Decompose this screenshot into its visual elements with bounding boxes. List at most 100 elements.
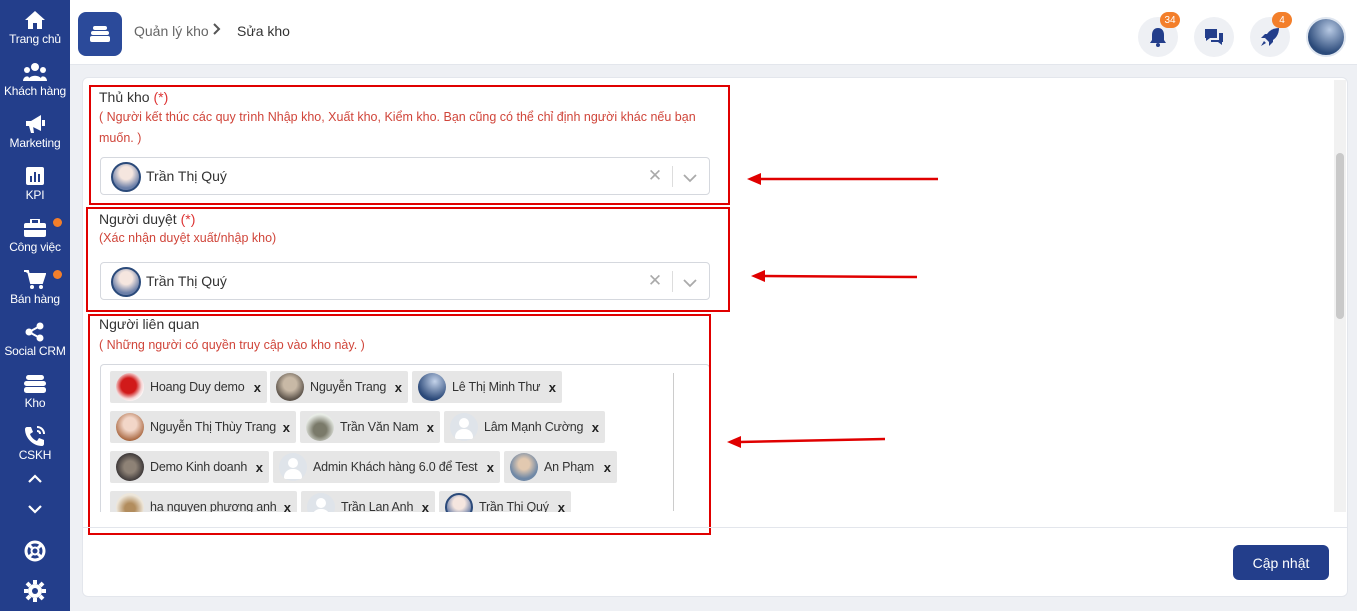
notification-dot: [53, 270, 62, 279]
remove-tag-icon[interactable]: x: [487, 460, 494, 475]
messages-button[interactable]: [1194, 17, 1234, 57]
tag-avatar: [116, 493, 144, 512]
module-home-button[interactable]: [78, 12, 122, 56]
chevron-down-icon: [28, 504, 42, 514]
scrollbar-thumb[interactable]: [1336, 153, 1344, 319]
chevron-down-icon[interactable]: [683, 275, 697, 293]
sidebar-item-label: Bán hàng: [10, 292, 60, 306]
cart-icon: [24, 270, 46, 290]
breadcrumb-parent[interactable]: Quản lý kho: [134, 23, 209, 39]
notification-dot: [53, 218, 62, 227]
remove-tag-icon[interactable]: x: [592, 420, 599, 435]
briefcase-icon: [24, 218, 46, 238]
nguoi-duyet-label-text: Người duyệt: [99, 211, 177, 227]
nguoi-lien-quan-hint: ( Những người có quyền truy cập vào kho …: [99, 338, 365, 352]
chat-icon: [1205, 29, 1223, 45]
select-divider: [672, 271, 673, 292]
user-tag: Hoang Duy demo x: [110, 371, 267, 403]
settings-button[interactable]: [20, 578, 50, 604]
selected-value: Trần Thị Quý: [146, 273, 227, 289]
thu-kho-label-text: Thủ kho: [99, 89, 150, 105]
thu-kho-hint: ( Người kết thúc các quy trình Nhập kho,…: [99, 110, 696, 145]
sidebar-item-cskh[interactable]: CSKH: [0, 416, 70, 468]
selected-user-avatar: [111, 267, 141, 297]
selected-user-avatar: [111, 162, 141, 192]
user-tag: Nguyễn Trang x: [270, 371, 408, 403]
remove-tag-icon[interactable]: x: [284, 500, 291, 513]
user-tag: Lê Thị Minh Thư x: [412, 371, 562, 403]
lifebuoy-icon: [24, 540, 46, 562]
sidebar-item-customers[interactable]: Khách hàng: [0, 52, 70, 104]
tag-avatar: [116, 413, 144, 441]
user-tag: Demo Kinh doanh x: [110, 451, 269, 483]
user-tag: An Phạm x: [504, 451, 617, 483]
remove-tag-icon[interactable]: x: [254, 380, 261, 395]
breadcrumb-current: Sửa kho: [237, 23, 290, 39]
nguoi-duyet-select[interactable]: Trần Thị Quý ✕: [100, 262, 710, 300]
remove-tag-icon[interactable]: x: [604, 460, 611, 475]
sidebar-item-label: Kho: [24, 396, 46, 410]
sidebar-item-label: Công việc: [9, 240, 61, 254]
breadcrumb-separator-icon: [213, 22, 221, 38]
thu-kho-label: Thủ kho (*): [99, 89, 168, 105]
notifications-button[interactable]: 34: [1138, 12, 1180, 57]
user-tag: Trần Lan Anh x: [301, 491, 435, 512]
user-tag: Trần Văn Nam x: [300, 411, 440, 443]
tag-name: Nguyễn Thị Thùy Trang: [150, 420, 276, 434]
clear-icon[interactable]: ✕: [646, 271, 664, 291]
sidebar-item-label: KPI: [25, 188, 45, 202]
share-icon: [25, 322, 45, 342]
sidebar-item-sales[interactable]: Bán hàng: [0, 260, 70, 312]
sidebar-item-label: Khách hàng: [3, 84, 67, 98]
home-icon: [24, 10, 46, 30]
tag-avatar: [445, 493, 473, 512]
tag-name: Nguyễn Trang: [310, 380, 387, 394]
tag-name: Demo Kinh doanh: [150, 460, 248, 474]
select-divider: [672, 166, 673, 187]
remove-tag-icon[interactable]: x: [422, 500, 429, 513]
sidebar-item-marketing[interactable]: Marketing: [0, 104, 70, 156]
user-tag: Nguyễn Thị Thùy Trang x: [110, 411, 296, 443]
thu-kho-select[interactable]: Trần Thị Quý ✕: [100, 157, 710, 195]
remove-tag-icon[interactable]: x: [256, 460, 263, 475]
required-mark: (*): [180, 211, 196, 227]
sidebar-item-label: Marketing: [9, 136, 61, 150]
user-avatar[interactable]: [1306, 17, 1346, 57]
phone-icon: [24, 426, 46, 446]
sidebar-item-social-crm[interactable]: Social CRM: [0, 312, 70, 364]
tag-avatar: [450, 413, 478, 441]
clear-icon[interactable]: ✕: [646, 166, 664, 186]
chevron-down-icon[interactable]: [683, 170, 697, 188]
scroll-up-button[interactable]: [20, 465, 50, 491]
remove-tag-icon[interactable]: x: [427, 420, 434, 435]
scroll-down-button[interactable]: [20, 496, 50, 522]
tag-avatar: [116, 453, 144, 481]
tag-avatar: [116, 373, 144, 401]
tag-name: Lâm Mạnh Cường: [484, 420, 584, 434]
remove-tag-icon[interactable]: x: [395, 380, 402, 395]
sidebar: Trang chủ Khách hàng Marketing KPI Công …: [0, 0, 70, 611]
update-button[interactable]: Cập nhật: [1233, 545, 1329, 580]
tag-avatar: [307, 493, 335, 512]
rocket-button[interactable]: 4: [1250, 12, 1292, 57]
remove-tag-icon[interactable]: x: [549, 380, 556, 395]
sidebar-item-tasks[interactable]: Công việc: [0, 208, 70, 260]
users-icon: [23, 62, 47, 82]
related-users-multiselect[interactable]: Hoang Duy demo x Nguyễn Trang x Lê Thị M…: [100, 364, 710, 512]
sidebar-item-kpi[interactable]: KPI: [0, 156, 70, 208]
footer-divider: [83, 527, 1347, 528]
nguoi-lien-quan-label: Người liên quan: [99, 316, 200, 332]
bell-icon: [1150, 28, 1166, 47]
remove-tag-icon[interactable]: x: [283, 420, 290, 435]
tag-avatar: [510, 453, 538, 481]
notification-count-badge: 34: [1160, 12, 1180, 28]
remove-tag-icon[interactable]: x: [558, 500, 565, 513]
sidebar-item-home[interactable]: Trang chủ: [0, 0, 70, 52]
tag-name: Admin Khách hàng 6.0 để Test: [313, 460, 478, 474]
tag-name: Trần Lan Anh: [341, 500, 414, 512]
sidebar-item-warehouse[interactable]: Kho: [0, 364, 70, 416]
user-tag: ha nguyen phương anh x: [110, 491, 297, 512]
support-button[interactable]: [20, 538, 50, 564]
tag-avatar: [279, 453, 307, 481]
sidebar-item-label: CSKH: [18, 448, 52, 462]
